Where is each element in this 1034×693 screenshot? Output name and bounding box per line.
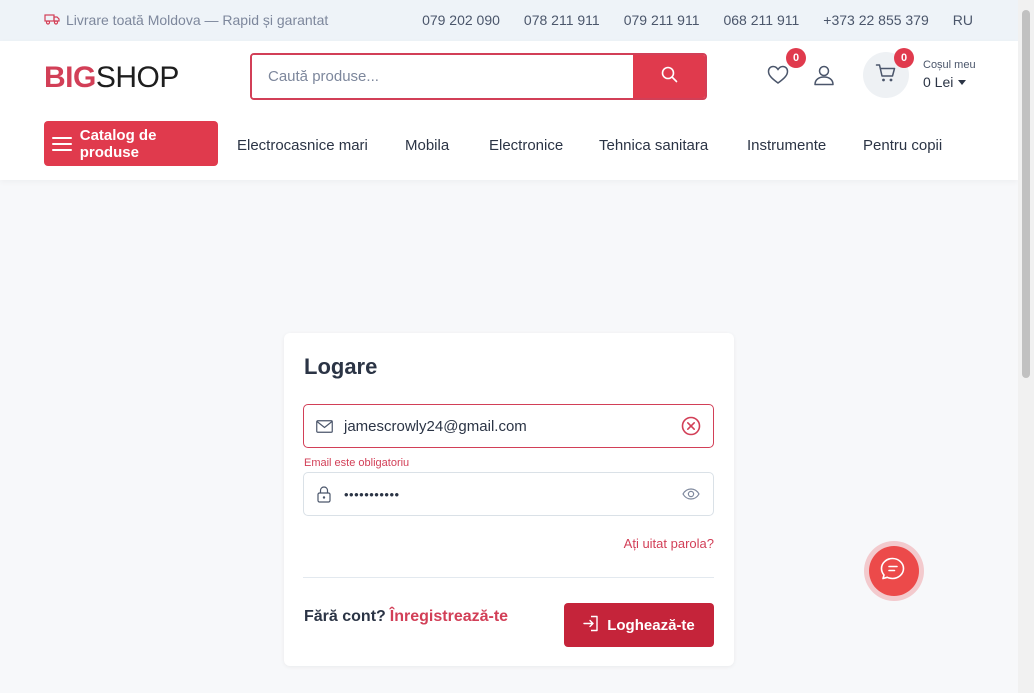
- logo-shop: SHOP: [95, 61, 180, 94]
- chat-button-inner: [869, 546, 919, 596]
- cart-total: 0 Lei: [923, 74, 976, 90]
- phone-link[interactable]: 078 211 911: [524, 12, 600, 28]
- cart-count-badge: 0: [894, 48, 914, 68]
- login-card: Logare jamescrowly24@gmail.com Email est…: [284, 333, 734, 666]
- envelope-icon: [304, 419, 344, 433]
- password-field[interactable]: •••••••••••: [303, 472, 714, 516]
- logo[interactable]: BIG SHOP: [44, 61, 179, 95]
- chat-bubbles-icon: [880, 556, 908, 587]
- sign-in-icon: [583, 615, 607, 636]
- email-error-message: Email este obligatoriu: [304, 457, 410, 469]
- nav-item-tehnica-sanitara[interactable]: Tehnica sanitara: [599, 137, 708, 154]
- no-account-row: Fără cont? Înregistrează-te: [304, 608, 508, 626]
- no-account-text: Fără cont?: [304, 608, 386, 625]
- clear-error-icon[interactable]: [669, 416, 713, 436]
- phone-link[interactable]: 068 211 911: [723, 12, 799, 28]
- scrollbar-thumb[interactable]: [1022, 10, 1030, 378]
- email-field[interactable]: jamescrowly24@gmail.com: [303, 404, 714, 448]
- login-button[interactable]: Loghează-te: [564, 603, 714, 647]
- delivery-text: Livrare toată Moldova — Rapid și garanta…: [66, 12, 329, 28]
- heart-icon: [767, 65, 789, 90]
- eye-icon[interactable]: [669, 488, 713, 500]
- lock-icon: [304, 485, 344, 503]
- divider: [303, 577, 714, 578]
- email-value: jamescrowly24@gmail.com: [344, 417, 527, 435]
- wishlist-button[interactable]: [766, 65, 790, 89]
- search-input[interactable]: [252, 55, 633, 98]
- cart-value: 0 Lei: [923, 74, 954, 90]
- language-switch[interactable]: RU: [953, 12, 973, 28]
- nav-item-mobila[interactable]: Mobila: [405, 137, 449, 154]
- truck-icon: [44, 12, 66, 28]
- search-button[interactable]: [633, 55, 705, 98]
- search-icon: [661, 66, 678, 88]
- top-bar: Livrare toată Moldova — Rapid și garanta…: [0, 0, 1018, 41]
- password-value: •••••••••••: [344, 486, 400, 502]
- nav-item-pentru-copii[interactable]: Pentru copii: [863, 137, 942, 154]
- account-button[interactable]: [812, 65, 836, 89]
- menu-icon: [52, 133, 72, 155]
- login-title: Logare: [304, 354, 378, 379]
- logo-big: BIG: [44, 61, 96, 94]
- chat-button[interactable]: [864, 541, 924, 601]
- phone-link[interactable]: 079 202 090: [422, 12, 500, 28]
- cart-icon: [875, 63, 897, 88]
- phone-link[interactable]: +373 22 855 379: [823, 12, 929, 28]
- forgot-password-link[interactable]: Ați uitat parola?: [624, 536, 714, 551]
- register-link[interactable]: Înregistrează-te: [390, 608, 508, 625]
- phone-link[interactable]: 079 211 911: [624, 12, 700, 28]
- catalog-label: Catalog de produse: [79, 126, 157, 161]
- catalog-button[interactable]: Catalog de produse: [44, 121, 218, 166]
- search-bar: [250, 53, 707, 100]
- cart-summary[interactable]: Coșul meu 0 Lei: [923, 59, 976, 90]
- page-scrollbar[interactable]: [1018, 0, 1034, 693]
- caret-down-icon: [958, 79, 967, 85]
- user-icon: [813, 64, 835, 91]
- cart-label: Coșul meu: [923, 59, 976, 71]
- phone-list: 079 202 090 078 211 911 079 211 911 068 …: [398, 12, 973, 28]
- delivery-info: Livrare toată Moldova — Rapid și garanta…: [44, 12, 328, 28]
- nav-item-instrumente[interactable]: Instrumente: [747, 137, 826, 154]
- nav-item-electrocasnice[interactable]: Electrocasnice mari: [237, 137, 368, 154]
- header: BIG SHOP 0 0 Coșul meu 0 Lei: [0, 41, 1018, 180]
- login-button-label: Loghează-te: [607, 616, 695, 634]
- nav-item-electronice[interactable]: Electronice: [489, 137, 563, 154]
- wishlist-count-badge: 0: [786, 48, 806, 68]
